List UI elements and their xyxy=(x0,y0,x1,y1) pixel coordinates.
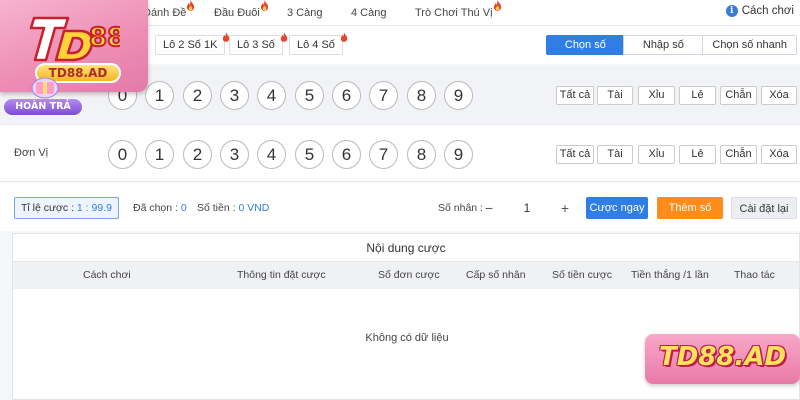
multiplier-stepper: − + xyxy=(480,197,578,219)
column-header: Tiền thắng /1 lần xyxy=(631,269,709,281)
column-header: Cách chơi xyxy=(83,269,131,281)
column-header: Thao tác xyxy=(734,269,775,281)
number-ball[interactable]: 6 xyxy=(332,140,361,169)
bet-now-button[interactable]: Cược ngay xyxy=(586,197,648,219)
refund-badge[interactable]: HOÀN TRẢ xyxy=(4,99,82,115)
decrement-button[interactable]: − xyxy=(480,200,498,216)
number-ball[interactable]: 9 xyxy=(444,81,473,110)
svg-text:88: 88 xyxy=(89,23,120,53)
select-high-button[interactable]: Tài xyxy=(597,145,633,164)
tab-label: 3 Càng xyxy=(287,7,323,19)
number-ball[interactable]: 2 xyxy=(183,140,212,169)
number-ball[interactable]: 1 xyxy=(145,140,174,169)
sub-tab-label: Lô 3 Số xyxy=(237,39,275,51)
tab-3-cang[interactable]: 3 Càng xyxy=(287,7,322,19)
select-even-button[interactable]: Chẵn xyxy=(720,145,757,164)
mode-quick-button[interactable]: Chọn số nhanh xyxy=(702,35,797,55)
fire-icon xyxy=(280,32,288,42)
reset-button[interactable]: Cài đặt lại xyxy=(731,197,797,219)
add-number-button[interactable]: Thêm số xyxy=(657,197,723,219)
tab-label: Đánh Đề xyxy=(143,7,187,19)
fire-icon xyxy=(187,0,195,11)
mode-pick-button[interactable]: Chọn số xyxy=(546,35,625,55)
sub-tab-lo-4-so[interactable]: Lô 4 Số xyxy=(289,32,348,55)
row-label: Đơn Vị xyxy=(14,147,49,159)
tab-label: 4 Càng xyxy=(351,7,387,19)
select-odd-button[interactable]: Lẻ xyxy=(679,86,716,105)
number-ball[interactable]: 8 xyxy=(407,81,436,110)
mode-input-button[interactable]: Nhập số xyxy=(623,35,704,55)
number-ball[interactable]: 6 xyxy=(332,81,361,110)
column-header: Thông tin đặt cược xyxy=(237,269,326,281)
number-ball[interactable]: 7 xyxy=(369,140,398,169)
column-header: Số tiền cược xyxy=(552,269,613,281)
number-ball[interactable]: 0 xyxy=(108,140,137,169)
number-ball[interactable]: 5 xyxy=(295,81,324,110)
number-ball[interactable]: 1 xyxy=(145,81,174,110)
multiplier-label: Số nhân : xyxy=(438,202,483,214)
number-ball[interactable]: 4 xyxy=(257,140,286,169)
clear-button[interactable]: Xóa xyxy=(761,86,797,105)
sub-tab-lo-2-so-1k[interactable]: Lô 2 Số 1K xyxy=(155,32,230,55)
odds-value: 1 : 99.9 xyxy=(76,202,112,214)
number-row-units: Đơn Vị 0 1 2 3 4 5 6 7 8 9 Tất cả Tài Xỉ… xyxy=(0,124,800,182)
selected-value: 0 xyxy=(180,202,187,214)
select-low-button[interactable]: Xỉu xyxy=(638,86,675,105)
select-all-button[interactable]: Tất cả xyxy=(556,86,594,105)
number-ball[interactable]: 3 xyxy=(220,81,249,110)
tab-label: Trò Chơi Thú Vị xyxy=(415,7,493,19)
table-title: Nội dung cược xyxy=(13,234,799,262)
multiplier-input[interactable] xyxy=(498,197,556,219)
sub-tab-lo-3-so[interactable]: Lô 3 Số xyxy=(229,32,288,55)
number-ball[interactable]: 3 xyxy=(220,140,249,169)
clear-button[interactable]: Xóa xyxy=(761,145,797,164)
amount-value: 0 VND xyxy=(238,202,270,214)
sub-tab-label: Lô 4 Số xyxy=(297,39,335,51)
fire-icon xyxy=(493,0,501,11)
number-ball[interactable]: 2 xyxy=(183,81,212,110)
odds-label: Tỉ lệ cược : xyxy=(21,202,77,214)
watermark-logo: TD88.AD xyxy=(645,334,800,384)
column-header: Cấp số nhân xyxy=(466,269,526,281)
selection-mode-group: Chọn số Nhập số Chọn số nhanh xyxy=(546,35,797,55)
select-low-button[interactable]: Xỉu xyxy=(638,145,675,164)
amount-label: Số tiền : xyxy=(197,202,239,214)
select-even-button[interactable]: Chẵn xyxy=(720,86,757,105)
number-ball[interactable]: 9 xyxy=(444,140,473,169)
how-to-play-label: Cách chơi xyxy=(741,5,794,17)
sub-tab-label: Lô 2 Số 1K xyxy=(163,39,218,51)
table-header: Cách chơi Thông tin đặt cược Số đơn cược… xyxy=(13,262,799,289)
how-to-play-link[interactable]: i Cách chơi xyxy=(725,5,794,17)
fire-icon xyxy=(340,32,348,42)
number-ball[interactable]: 5 xyxy=(295,140,324,169)
selected-count: Đã chọn : 0 xyxy=(133,202,187,214)
tab-label: Đầu Đuôi xyxy=(214,7,260,19)
select-odd-button[interactable]: Lẻ xyxy=(679,145,716,164)
tab-4-cang[interactable]: 4 Càng xyxy=(351,7,386,19)
increment-button[interactable]: + xyxy=(556,200,574,216)
watermark-text: TD88.AD xyxy=(658,342,787,372)
number-ball[interactable]: 4 xyxy=(257,81,286,110)
tab-tro-choi-thu-vi[interactable]: Trò Chơi Thú Vị xyxy=(415,0,501,19)
odds-badge: Tỉ lệ cược : 1 : 99.9 xyxy=(14,197,119,219)
bet-summary-bar: Tỉ lệ cược : 1 : 99.9 Đã chọn : 0 Số tiề… xyxy=(0,183,800,231)
column-header: Số đơn cược xyxy=(378,269,440,281)
td88-logo-icon: 88 xyxy=(29,16,120,62)
total-amount: Số tiền : 0 VND xyxy=(197,202,269,214)
select-high-button[interactable]: Tài xyxy=(597,86,633,105)
info-icon: i xyxy=(725,5,738,17)
number-ball[interactable]: 7 xyxy=(369,81,398,110)
fire-icon xyxy=(260,0,268,11)
tab-dau-duoi[interactable]: Đầu Đuôi xyxy=(214,0,268,19)
number-ball[interactable]: 8 xyxy=(407,140,436,169)
tab-danh-de[interactable]: Đánh Đề xyxy=(143,0,195,19)
selected-label: Đã chọn : xyxy=(133,202,181,214)
select-all-button[interactable]: Tất cả xyxy=(556,145,594,164)
